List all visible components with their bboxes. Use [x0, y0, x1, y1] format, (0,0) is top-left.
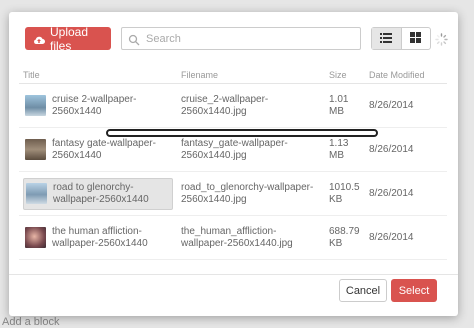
file-date: 8/26/2014	[365, 215, 447, 260]
cancel-button[interactable]: Cancel	[339, 279, 387, 302]
file-title: the human affliction-wallpaper-2560x1440	[52, 225, 148, 249]
header-date-modified[interactable]: Date Modified	[365, 67, 447, 84]
upload-files-button[interactable]: Upload files	[25, 24, 111, 53]
thumbnail-image	[26, 183, 47, 204]
view-toggle	[371, 27, 431, 50]
thumbnail-image	[25, 95, 46, 116]
loading-spinner-icon	[435, 33, 448, 46]
title-wrapper-selected[interactable]: road to glenorchy-wallpaper-2560x1440	[23, 177, 173, 210]
upload-files-label: Upload files	[50, 24, 89, 53]
file-name: cruise_2-wallpaper-2560x1440.jpg	[177, 83, 325, 128]
table-row[interactable]: cruise 2-wallpaper-2560x1440 cruise_2-wa…	[19, 83, 447, 128]
file-name: the_human_affliction-wallpaper-2560x1440…	[177, 215, 325, 260]
thumbnail-image	[25, 139, 46, 160]
search-field[interactable]	[121, 27, 361, 50]
search-input[interactable]	[146, 32, 346, 45]
file-title: cruise 2-wallpaper-2560x1440	[52, 93, 137, 117]
drag-indicator[interactable]	[106, 129, 378, 137]
file-date: 8/26/2014	[365, 83, 447, 128]
grid-icon	[410, 30, 422, 48]
add-block-link[interactable]: Add a block	[2, 316, 59, 328]
select-button[interactable]: Select	[391, 279, 437, 302]
table-row[interactable]: the human affliction-wallpaper-2560x1440…	[19, 215, 447, 260]
file-title: fantasy gate-wallpaper-2560x1440	[52, 137, 156, 161]
table-header-row: Title Filename Size Date Modified	[19, 67, 447, 84]
grid-view-button[interactable]	[402, 28, 431, 49]
list-view-button[interactable]	[372, 28, 402, 49]
header-filename[interactable]: Filename	[177, 67, 325, 84]
title-wrapper[interactable]: the human affliction-wallpaper-2560x1440	[23, 223, 173, 253]
file-size: 1.01 MB	[325, 83, 365, 128]
thumbnail-image	[25, 227, 46, 248]
search-icon	[128, 33, 140, 45]
file-table: Title Filename Size Date Modified cruise…	[19, 67, 447, 260]
header-title[interactable]: Title	[19, 67, 177, 84]
table-row-selected[interactable]: road to glenorchy-wallpaper-2560x1440 ro…	[19, 171, 447, 216]
title-cell: cruise 2-wallpaper-2560x1440	[19, 83, 177, 128]
title-cell: road to glenorchy-wallpaper-2560x1440	[19, 171, 177, 216]
file-picker-modal: Upload files Search Title Filename Size …	[9, 12, 458, 316]
cloud-upload-icon	[33, 34, 45, 44]
header-size[interactable]: Size	[325, 67, 365, 84]
file-size: 1010.5 KB	[325, 171, 365, 216]
file-size: 688.79 KB	[325, 215, 365, 260]
file-name: road_to_glenorchy-wallpaper-2560x1440.jp…	[177, 171, 325, 216]
file-title: road to glenorchy-wallpaper-2560x1440	[53, 181, 149, 205]
list-icon	[380, 30, 393, 48]
file-date: 8/26/2014	[365, 171, 447, 216]
title-cell: the human affliction-wallpaper-2560x1440	[19, 215, 177, 260]
title-wrapper[interactable]: fantasy gate-wallpaper-2560x1440	[23, 135, 173, 165]
title-wrapper[interactable]: cruise 2-wallpaper-2560x1440	[23, 91, 173, 121]
